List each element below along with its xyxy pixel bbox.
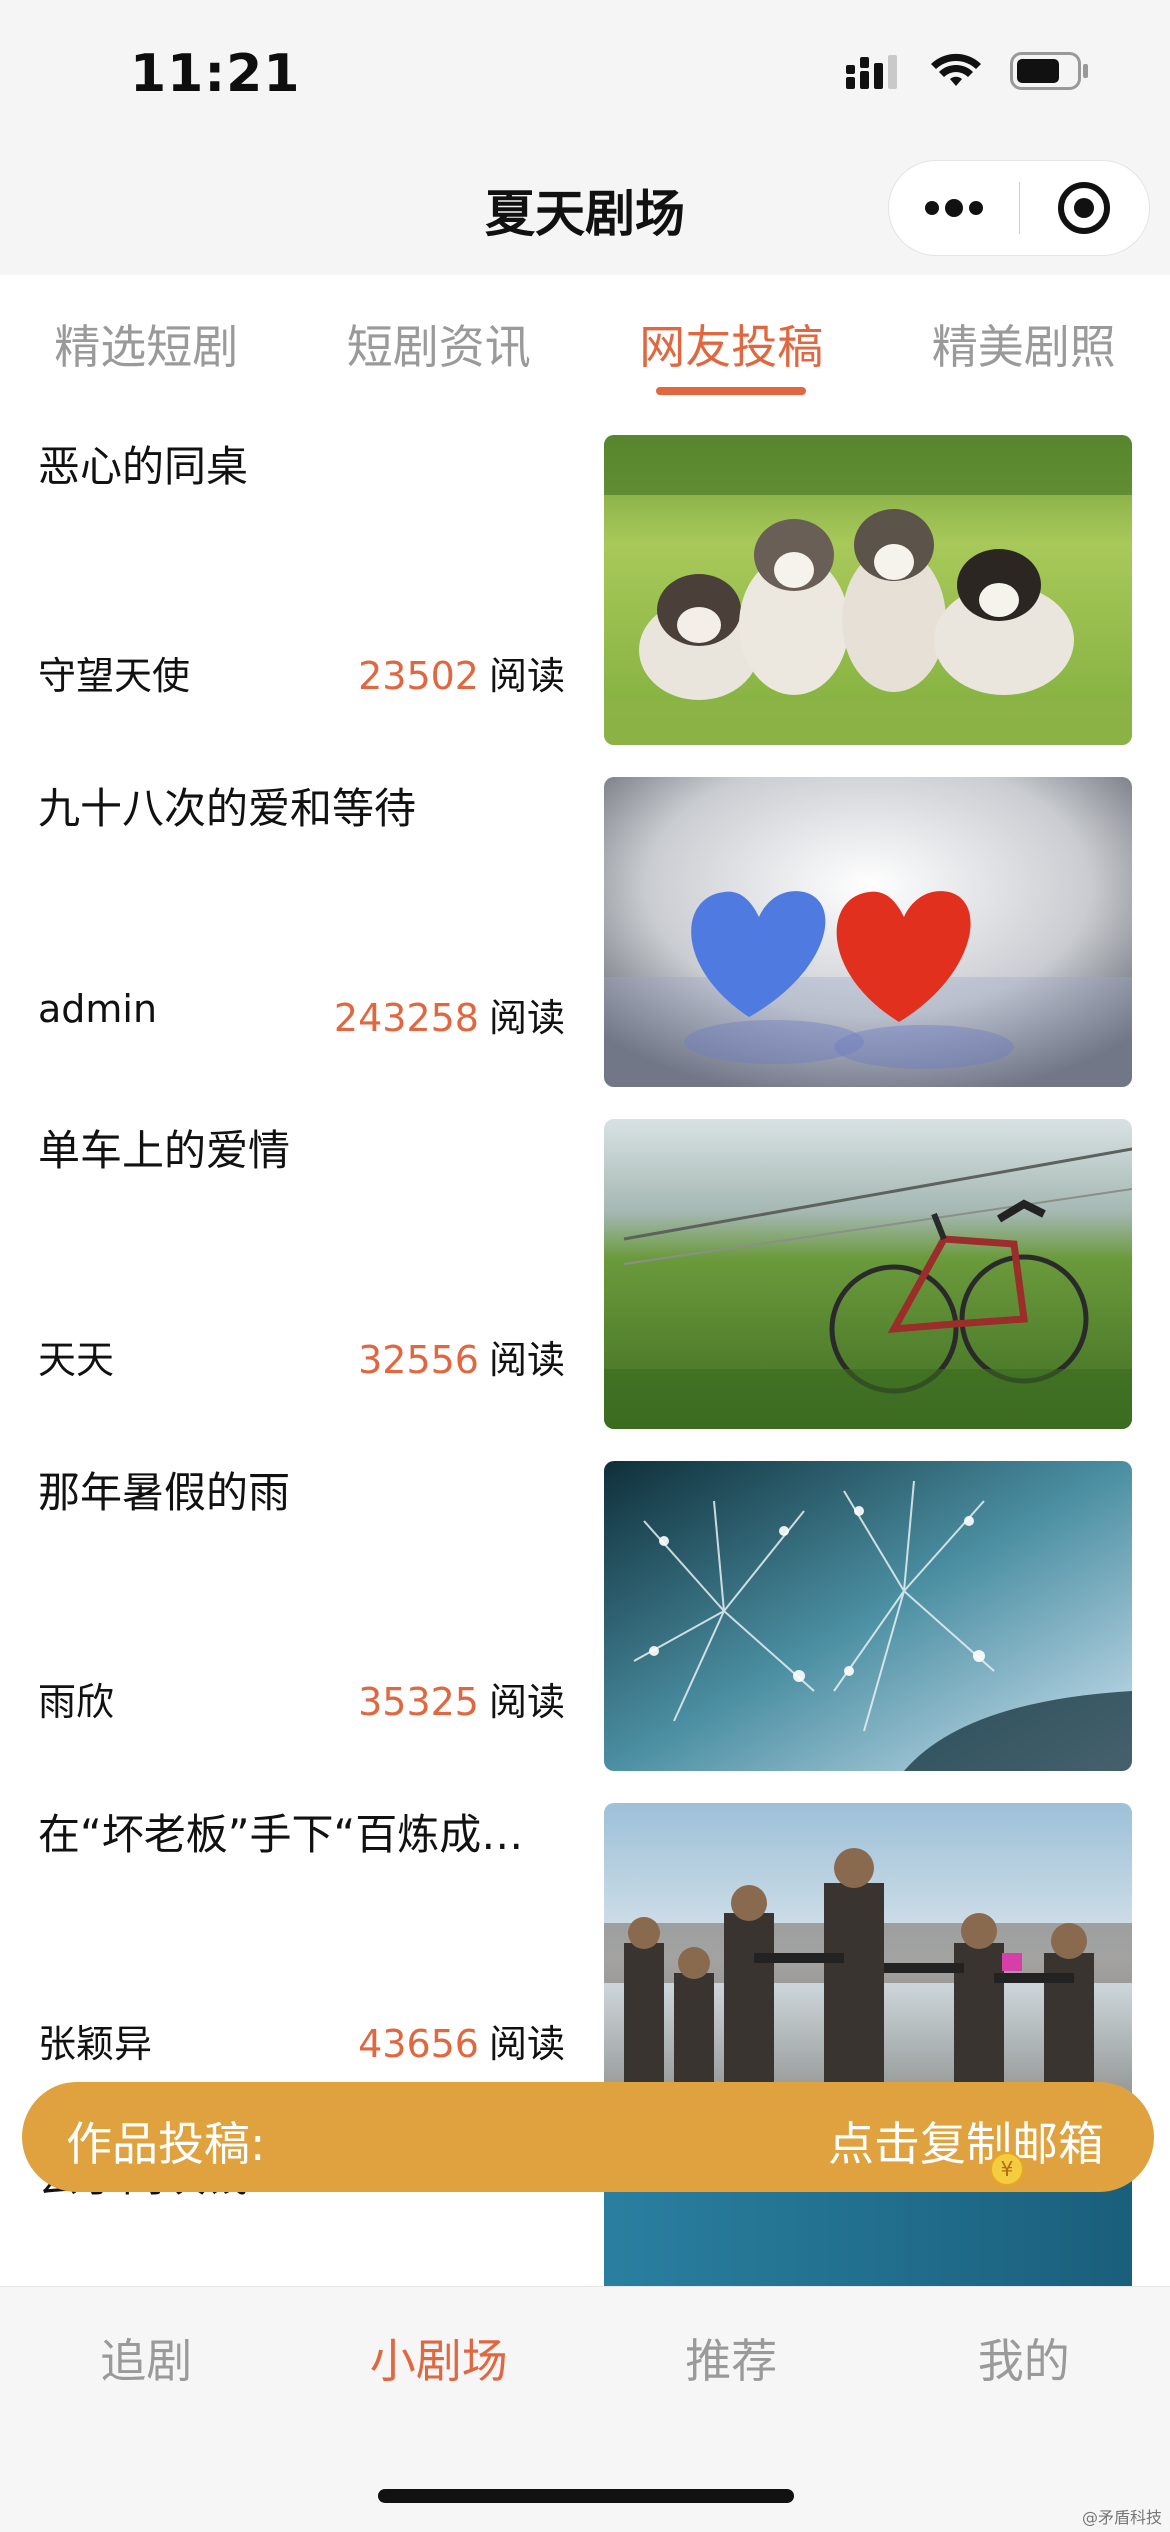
copy-email-button[interactable]: 点击复制邮箱 [828,2108,1104,2174]
read-label: 阅读 [488,1680,565,1724]
read-label: 阅读 [488,1338,565,1382]
close-button[interactable] [1020,160,1150,256]
list-item[interactable]: 单车上的爱情 天天 32556 阅读 [0,1087,1170,1429]
tabbar-item-mine[interactable]: 我的 [878,2287,1170,2532]
home-indicator[interactable] [378,2489,794,2503]
list-item[interactable]: 恶心的同桌 守望天使 23502 阅读 [0,403,1170,745]
read-count: 23502 [358,654,479,698]
wifi-icon [930,52,982,90]
article-author: 守望天使 [38,654,191,698]
dandelion-dew-image [604,1461,1132,1771]
watermark: @矛盾科技 [1081,2508,1162,2527]
tab-drama-news[interactable]: 短剧资讯 [293,275,586,403]
tab-label: 精美剧照 [931,320,1116,374]
article-title: 单车上的爱情 [38,1126,291,1175]
list-item[interactable]: 在“坏老板”手下“百炼成… 张颖异 43656 阅读 [0,1771,1170,2113]
tab-label: 网友投稿 [639,320,824,374]
tab-featured-dramas[interactable]: 精选短剧 [0,275,293,403]
nav-bar: 夏天剧场 [0,150,1170,275]
tab-user-submissions[interactable]: 网友投稿 [585,275,878,403]
category-tabs: 精选短剧 短剧资讯 网友投稿 精美剧照 [0,275,1170,403]
status-bar: 11:21 [0,0,1170,150]
article-reads: 32556 阅读 [358,1329,565,1384]
banner-label: 作品投稿: [66,2117,266,2171]
article-reads: 23502 阅读 [358,645,565,700]
read-label: 阅读 [488,2022,565,2066]
article-author: 天天 [38,1338,115,1382]
battery-icon [1010,52,1090,90]
status-icons [846,52,1090,90]
page: 11:21 夏天剧场 精选短剧 短剧资讯 网友投稿 精美剧照 恶心的同桌 守望天… [0,0,1170,2532]
list-item[interactable]: 那年暑假的雨 雨欣 35325 阅读 [0,1429,1170,1771]
article-title: 那年暑假的雨 [38,1468,291,1517]
article-reads: 43656 阅读 [358,2013,565,2068]
read-count: 43656 [358,2022,479,2066]
close-target-icon [1058,182,1111,234]
hearts-on-snow-image [604,777,1132,1087]
article-author: admin [38,987,158,1031]
article-title: 在“坏老板”手下“百炼成… [38,1810,524,1859]
read-label: 阅读 [488,654,565,698]
coin-icon: ¥ [990,2152,1024,2186]
tabbar-item-follow[interactable]: 追剧 [0,2287,293,2532]
signal-icon [846,53,902,89]
status-time: 11:21 [130,44,301,104]
tab-label: 短剧资讯 [346,320,531,374]
bicycle-in-grass-image [604,1119,1132,1429]
more-icon [924,199,983,217]
soldiers-game-image [604,1803,1132,2113]
submission-banner[interactable]: 作品投稿: 点击复制邮箱 ¥ [22,2082,1154,2192]
tab-drama-stills[interactable]: 精美剧照 [878,275,1170,403]
husky-puppies-image [604,435,1132,745]
read-count: 32556 [358,1338,479,1382]
active-tab-indicator [656,387,807,395]
read-count: 35325 [358,1680,479,1724]
article-title: 恶心的同桌 [38,442,249,491]
tab-label: 精选短剧 [54,320,239,374]
article-author: 雨欣 [38,1680,115,1724]
article-author: 张颖异 [38,2022,153,2066]
article-reads: 35325 阅读 [358,1671,565,1726]
mini-program-capsule [888,160,1150,256]
read-count: 243258 [333,996,479,1040]
read-label: 阅读 [488,996,565,1040]
article-reads: 243258 阅读 [334,987,565,1042]
list-item[interactable]: 九十八次的爱和等待 admin 243258 阅读 [0,745,1170,1087]
more-button[interactable] [889,160,1019,256]
article-title: 九十八次的爱和等待 [38,784,417,833]
